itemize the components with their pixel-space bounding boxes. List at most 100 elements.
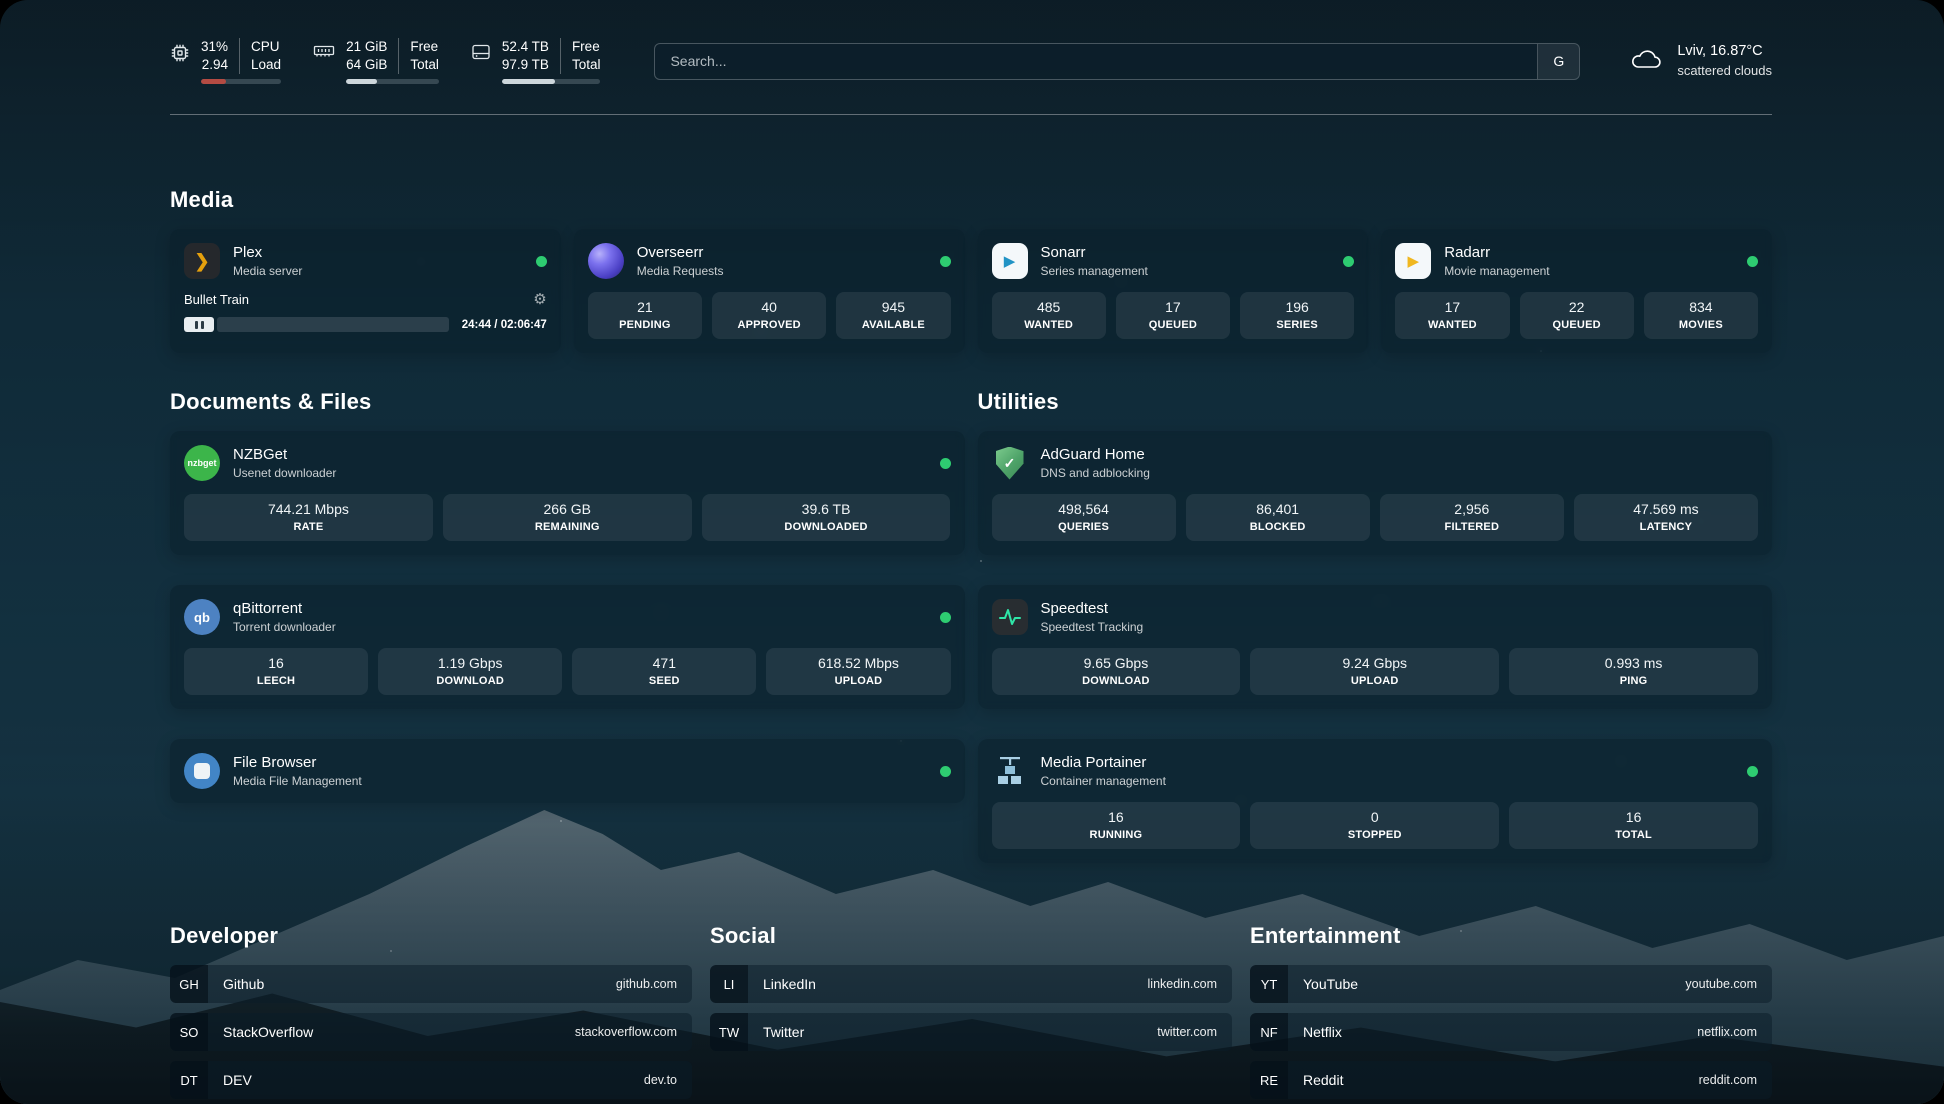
stat-tile: 945AVAILABLE (836, 292, 950, 339)
app-card-plex[interactable]: ❯ Plex Media server Bullet Train ⚙ 24:44… (170, 229, 561, 353)
app-card-overseerr[interactable]: Overseerr Media Requests 21PENDING 40APP… (574, 229, 965, 353)
app-subtitle: Series management (1041, 264, 1148, 278)
stat-tile: 0STOPPED (1250, 802, 1499, 849)
disk-total-value: 97.9 TB (502, 56, 560, 74)
section-title-entertainment: Entertainment (1250, 923, 1772, 949)
app-subtitle: Container management (1041, 774, 1166, 788)
cpu-stats: 31% CPU 2.94 Load (201, 38, 281, 74)
stat-tile: 2,956FILTERED (1380, 494, 1564, 541)
stat-tile: 498,564QUERIES (992, 494, 1176, 541)
playback-progress-track[interactable] (217, 317, 449, 332)
stat-tile: 40APPROVED (712, 292, 826, 339)
stat-tile: 17QUEUED (1116, 292, 1230, 339)
bookmark-url: stackoverflow.com (575, 1025, 677, 1039)
memory-usage-bar-fill (346, 79, 377, 84)
status-dot (940, 458, 951, 469)
app-card-nzbget[interactable]: nzbget NZBGet Usenet downloader 744.21 M… (170, 431, 965, 555)
section-title-media: Media (170, 187, 1772, 213)
memory-label-1: Free (398, 38, 439, 56)
status-dot (940, 766, 951, 777)
bookmark-url: linkedin.com (1148, 977, 1217, 991)
bookmark-youtube[interactable]: YT YouTube youtube.com (1250, 965, 1772, 1003)
stat-tile: 39.6 TBDOWNLOADED (702, 494, 951, 541)
status-dot (1747, 766, 1758, 777)
app-subtitle: Usenet downloader (233, 466, 336, 480)
status-dot (1343, 256, 1354, 267)
sonarr-icon: ▶ (992, 243, 1028, 279)
app-card-portainer[interactable]: Media Portainer Container management 16R… (978, 739, 1773, 863)
bookmarks-entertainment: Entertainment YT YouTube youtube.com NF … (1250, 923, 1772, 1104)
app-card-filebrowser[interactable]: File Browser Media File Management (170, 739, 965, 803)
app-name: AdGuard Home (1041, 446, 1150, 463)
app-card-adguard[interactable]: ✓ AdGuard Home DNS and adblocking 498,56… (978, 431, 1773, 555)
playback-time: 24:44 / 02:06:47 (462, 319, 547, 331)
stat-tile: 0.993 msPING (1509, 648, 1758, 695)
now-playing-title: Bullet Train (184, 292, 249, 307)
cloud-icon (1628, 46, 1664, 77)
gear-icon[interactable]: ⚙ (533, 290, 546, 308)
app-name: NZBGet (233, 446, 336, 463)
bookmark-abbr: LI (710, 965, 748, 1003)
bookmark-twitter[interactable]: TW Twitter twitter.com (710, 1013, 1232, 1051)
bookmark-abbr: DT (170, 1061, 208, 1099)
status-dot (536, 256, 547, 267)
status-dot (1747, 256, 1758, 267)
media-grid: ❯ Plex Media server Bullet Train ⚙ 24:44… (170, 229, 1772, 353)
stat-tile: 47.569 msLATENCY (1574, 494, 1758, 541)
cpu-usage-bar (201, 79, 281, 84)
bookmark-name: Github (223, 976, 264, 992)
bookmark-reddit[interactable]: RE Reddit reddit.com (1250, 1061, 1772, 1099)
app-card-speedtest[interactable]: Speedtest Speedtest Tracking 9.65 GbpsDO… (978, 585, 1773, 709)
qbittorrent-icon: qb (184, 599, 220, 635)
bookmark-abbr: YT (1250, 965, 1288, 1003)
app-card-qbittorrent[interactable]: qb qBittorrent Torrent downloader 16LEEC… (170, 585, 965, 709)
cpu-load-average: 2.94 (201, 56, 239, 74)
memory-widget: 21 GiB Free 64 GiB Total (313, 38, 439, 84)
bookmark-netflix[interactable]: NF Netflix netflix.com (1250, 1013, 1772, 1051)
stat-tile: 16TOTAL (1509, 802, 1758, 849)
disk-usage-bar-fill (502, 79, 555, 84)
app-name: Media Portainer (1041, 754, 1166, 771)
memory-free-value: 21 GiB (346, 38, 398, 56)
dashboard-window: 31% CPU 2.94 Load 21 (0, 0, 1944, 1104)
pause-button[interactable] (184, 317, 214, 332)
section-title-utilities: Utilities (978, 389, 1773, 415)
app-subtitle: Media server (233, 264, 302, 278)
search-engine-button[interactable]: G (1537, 44, 1579, 79)
disk-widget: 52.4 TB Free 97.9 TB Total (471, 38, 601, 84)
plex-icon: ❯ (184, 243, 220, 279)
bookmark-abbr: TW (710, 1013, 748, 1051)
memory-label-2: Total (398, 56, 439, 74)
bookmark-name: Netflix (1303, 1024, 1342, 1040)
bookmark-abbr: SO (170, 1013, 208, 1051)
search-bar: G (654, 43, 1580, 80)
filebrowser-icon (184, 753, 220, 789)
stat-tile: 17WANTED (1395, 292, 1509, 339)
bookmarks-developer: Developer GH Github github.com SO StackO… (170, 923, 692, 1104)
bookmark-name: DEV (223, 1072, 252, 1088)
bookmark-github[interactable]: GH Github github.com (170, 965, 692, 1003)
app-card-sonarr[interactable]: ▶ Sonarr Series management 485WANTED 17Q… (978, 229, 1369, 353)
bookmark-url: dev.to (644, 1073, 677, 1087)
stat-tile: 744.21 MbpsRATE (184, 494, 433, 541)
bookmark-stackoverflow[interactable]: SO StackOverflow stackoverflow.com (170, 1013, 692, 1051)
stat-tile: 1.19 GbpsDOWNLOAD (378, 648, 562, 695)
cpu-widget: 31% CPU 2.94 Load (170, 38, 281, 84)
disk-stats: 52.4 TB Free 97.9 TB Total (502, 38, 601, 74)
utilities-column: Utilities ✓ AdGuard Home DNS and adblock… (978, 389, 1773, 863)
stat-tile: 21PENDING (588, 292, 702, 339)
bookmark-dev[interactable]: DT DEV dev.to (170, 1061, 692, 1099)
bookmark-abbr: GH (170, 965, 208, 1003)
app-card-radarr[interactable]: ▶ Radarr Movie management 17WANTED 22QUE… (1381, 229, 1772, 353)
weather-widget: Lviv, 16.87°C scattered clouds (1628, 42, 1772, 80)
memory-usage-bar (346, 79, 439, 84)
stat-tile: 618.52 MbpsUPLOAD (766, 648, 950, 695)
weather-location-temp: Lviv, 16.87°C (1677, 42, 1772, 61)
bookmarks-social: Social LI LinkedIn linkedin.com TW Twitt… (710, 923, 1232, 1104)
search-input[interactable] (655, 44, 1537, 79)
bookmark-linkedin[interactable]: LI LinkedIn linkedin.com (710, 965, 1232, 1003)
stat-tile: 9.65 GbpsDOWNLOAD (992, 648, 1241, 695)
section-title-developer: Developer (170, 923, 692, 949)
header-divider (170, 114, 1772, 115)
cpu-usage-bar-fill (201, 79, 226, 84)
